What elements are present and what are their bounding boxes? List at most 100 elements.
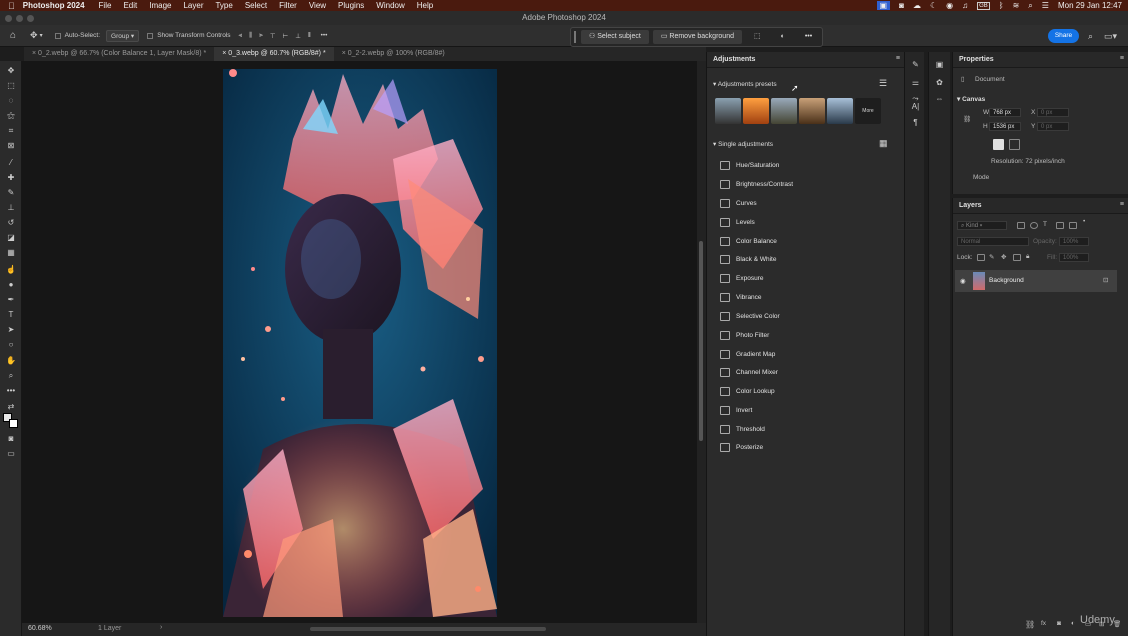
more-presets-button[interactable]: More — [855, 98, 881, 124]
menu-image[interactable]: Image — [149, 1, 171, 10]
filter-shape-icon[interactable] — [1056, 222, 1064, 229]
height-field[interactable]: 1536 px — [989, 122, 1021, 131]
filter-type-icon[interactable]: T — [1043, 221, 1047, 228]
adj-posterize[interactable]: Posterize — [720, 438, 763, 456]
eyedropper-tool-icon[interactable]: ⁄ — [4, 157, 18, 169]
moon-icon[interactable]: ☾ — [930, 1, 937, 10]
ellipse-tool-icon[interactable]: ○ — [4, 339, 18, 351]
adj-channel-mixer[interactable]: Channel Mixer — [720, 363, 778, 381]
menu-layer[interactable]: Layer — [183, 1, 203, 10]
menu-help[interactable]: Help — [417, 1, 433, 10]
bluetooth-icon[interactable]: ᛒ — [999, 1, 1004, 10]
tab-0-2[interactable]: × 0_2.webp @ 66.7% (Color Balance 1, Lay… — [24, 47, 214, 61]
transform-controls-checkbox[interactable] — [147, 32, 154, 39]
preset-thumbnail-5[interactable] — [827, 98, 853, 124]
preset-thumbnail-2[interactable] — [743, 98, 769, 124]
adj-levels[interactable]: Levels — [720, 213, 755, 231]
history-brush-tool-icon[interactable]: ↺ — [4, 217, 18, 229]
align-right-icon[interactable]: ⫸ — [259, 32, 263, 40]
lock-position-icon[interactable]: ✥ — [1001, 253, 1006, 261]
adj-black-white[interactable]: Black & White — [720, 250, 776, 268]
brush-settings-icon[interactable]: ✎ — [910, 60, 921, 70]
canvas-section-header[interactable]: ▾ Canvas — [957, 95, 985, 103]
blend-mode-select[interactable]: Normal — [957, 237, 1029, 246]
preset-thumbnail-3[interactable] — [771, 98, 797, 124]
preset-thumbnail-4[interactable] — [799, 98, 825, 124]
transform-icon[interactable]: ⇔ — [934, 94, 945, 104]
landscape-orientation-button[interactable] — [1009, 139, 1020, 150]
add-mask-icon[interactable]: ◙ — [1057, 620, 1061, 627]
select-subject-button[interactable]: ⚇ Select subject — [581, 30, 649, 44]
workspace-icon[interactable]: ▭▾ — [1104, 31, 1117, 42]
document-image[interactable] — [223, 69, 497, 617]
adj-selective-color[interactable]: Selective Color — [720, 307, 780, 325]
layer-filter-kind[interactable]: ⌕ Kind ▾ — [957, 221, 1007, 230]
status-expand-icon[interactable]: › — [160, 624, 162, 631]
menu-select[interactable]: Select — [245, 1, 267, 10]
x-field[interactable]: 0 px — [1037, 108, 1069, 117]
link-dimensions-icon[interactable]: ⛓ — [963, 115, 971, 123]
lock-artboard-icon[interactable] — [1013, 254, 1021, 261]
filter-pixel-icon[interactable] — [1017, 222, 1025, 229]
tool-preset-chevron-icon[interactable]: ▾ — [40, 32, 43, 39]
menu-window[interactable]: Window — [376, 1, 404, 10]
adjustments-icon[interactable]: ⚌ — [910, 78, 921, 88]
lasso-tool-icon[interactable]: ◌ — [4, 95, 18, 107]
presets-section-header[interactable]: ▾ Adjustments presets — [713, 80, 777, 88]
control-center-icon[interactable]: ☰ — [1042, 1, 1049, 10]
menu-edit[interactable]: Edit — [123, 1, 137, 10]
magic-wand-tool-icon[interactable]: ⚝ — [4, 110, 18, 122]
adj-threshold[interactable]: Threshold — [720, 420, 765, 438]
adj-curves[interactable]: Curves — [720, 194, 757, 212]
remove-background-button[interactable]: ▭ Remove background — [652, 30, 742, 44]
marquee-tool-icon[interactable]: ⬚ — [4, 80, 18, 92]
distribute-icon[interactable]: ⫴ — [308, 32, 311, 40]
brush-tool-icon[interactable]: ✎ — [4, 187, 18, 199]
healing-brush-tool-icon[interactable]: ✚ — [4, 172, 18, 184]
auto-select-dropdown[interactable]: Group ▾ — [106, 29, 140, 42]
keyboard-input-badge[interactable]: GB — [977, 1, 990, 10]
wifi-icon[interactable]: ≋ — [1013, 1, 1020, 10]
paragraph-icon[interactable]: ¶ — [910, 118, 921, 128]
single-adjustments-header[interactable]: ▾ Single adjustments — [713, 140, 773, 148]
screen-record-icon[interactable]: ▣ — [876, 1, 891, 10]
search-icon[interactable]: ⌕ — [1088, 31, 1093, 42]
search-icon[interactable]: ⌕ — [1028, 1, 1032, 11]
color-icon[interactable]: ✿ — [934, 78, 945, 88]
menu-filter[interactable]: Filter — [279, 1, 297, 10]
menu-view[interactable]: View — [309, 1, 326, 10]
more-icon[interactable]: ••• — [797, 30, 820, 44]
width-field[interactable]: 768 px — [989, 108, 1021, 117]
lock-transparent-icon[interactable] — [977, 254, 985, 261]
swap-colors-icon[interactable]: ⇄ — [4, 401, 18, 413]
eraser-tool-icon[interactable]: ◪ — [4, 232, 18, 244]
lock-all-icon[interactable]: 🔒︎ — [1026, 253, 1029, 261]
path-selection-tool-icon[interactable]: ➤ — [4, 324, 18, 336]
zoom-window-button[interactable] — [27, 15, 34, 22]
zoom-tool-icon[interactable]: ⌕ — [4, 370, 18, 382]
tab-0-3[interactable]: × 0_3.webp @ 60.7% (RGB/8#) * — [214, 47, 334, 61]
gradient-tool-icon[interactable]: ▦ — [4, 247, 18, 259]
frame-tool-icon[interactable]: ⊠ — [4, 140, 18, 152]
character-icon[interactable]: A| — [910, 102, 921, 112]
align-bottom-icon[interactable]: ⊥ — [295, 32, 301, 40]
close-window-button[interactable] — [5, 15, 12, 22]
menu-plugins[interactable]: Plugins — [338, 1, 364, 10]
home-icon[interactable]: ⌂ — [10, 30, 16, 41]
more-options-icon[interactable]: ••• — [321, 32, 328, 39]
type-tool-icon[interactable]: T — [4, 309, 18, 321]
y-field[interactable]: 0 px — [1037, 122, 1069, 131]
share-button[interactable]: Share — [1048, 29, 1079, 43]
layer-name[interactable]: Background — [989, 277, 1024, 284]
pen-tool-icon[interactable]: ✒ — [4, 294, 18, 306]
fill-field[interactable]: 100% — [1059, 253, 1089, 262]
move-tool-icon[interactable]: ✥ — [4, 65, 18, 77]
adj-gradient-map[interactable]: Gradient Map — [720, 345, 775, 363]
align-center-icon[interactable]: ⫼ — [249, 32, 252, 40]
portrait-orientation-button[interactable] — [993, 139, 1004, 150]
lock-image-icon[interactable]: ✎ — [989, 253, 994, 261]
adj-vibrance[interactable]: Vibrance — [720, 288, 762, 306]
horizontal-scrollbar[interactable] — [310, 627, 546, 631]
screen-mode-icon[interactable]: ▭ — [4, 448, 18, 460]
adj-brightness-contrast[interactable]: Brightness/Contrast — [720, 175, 793, 193]
